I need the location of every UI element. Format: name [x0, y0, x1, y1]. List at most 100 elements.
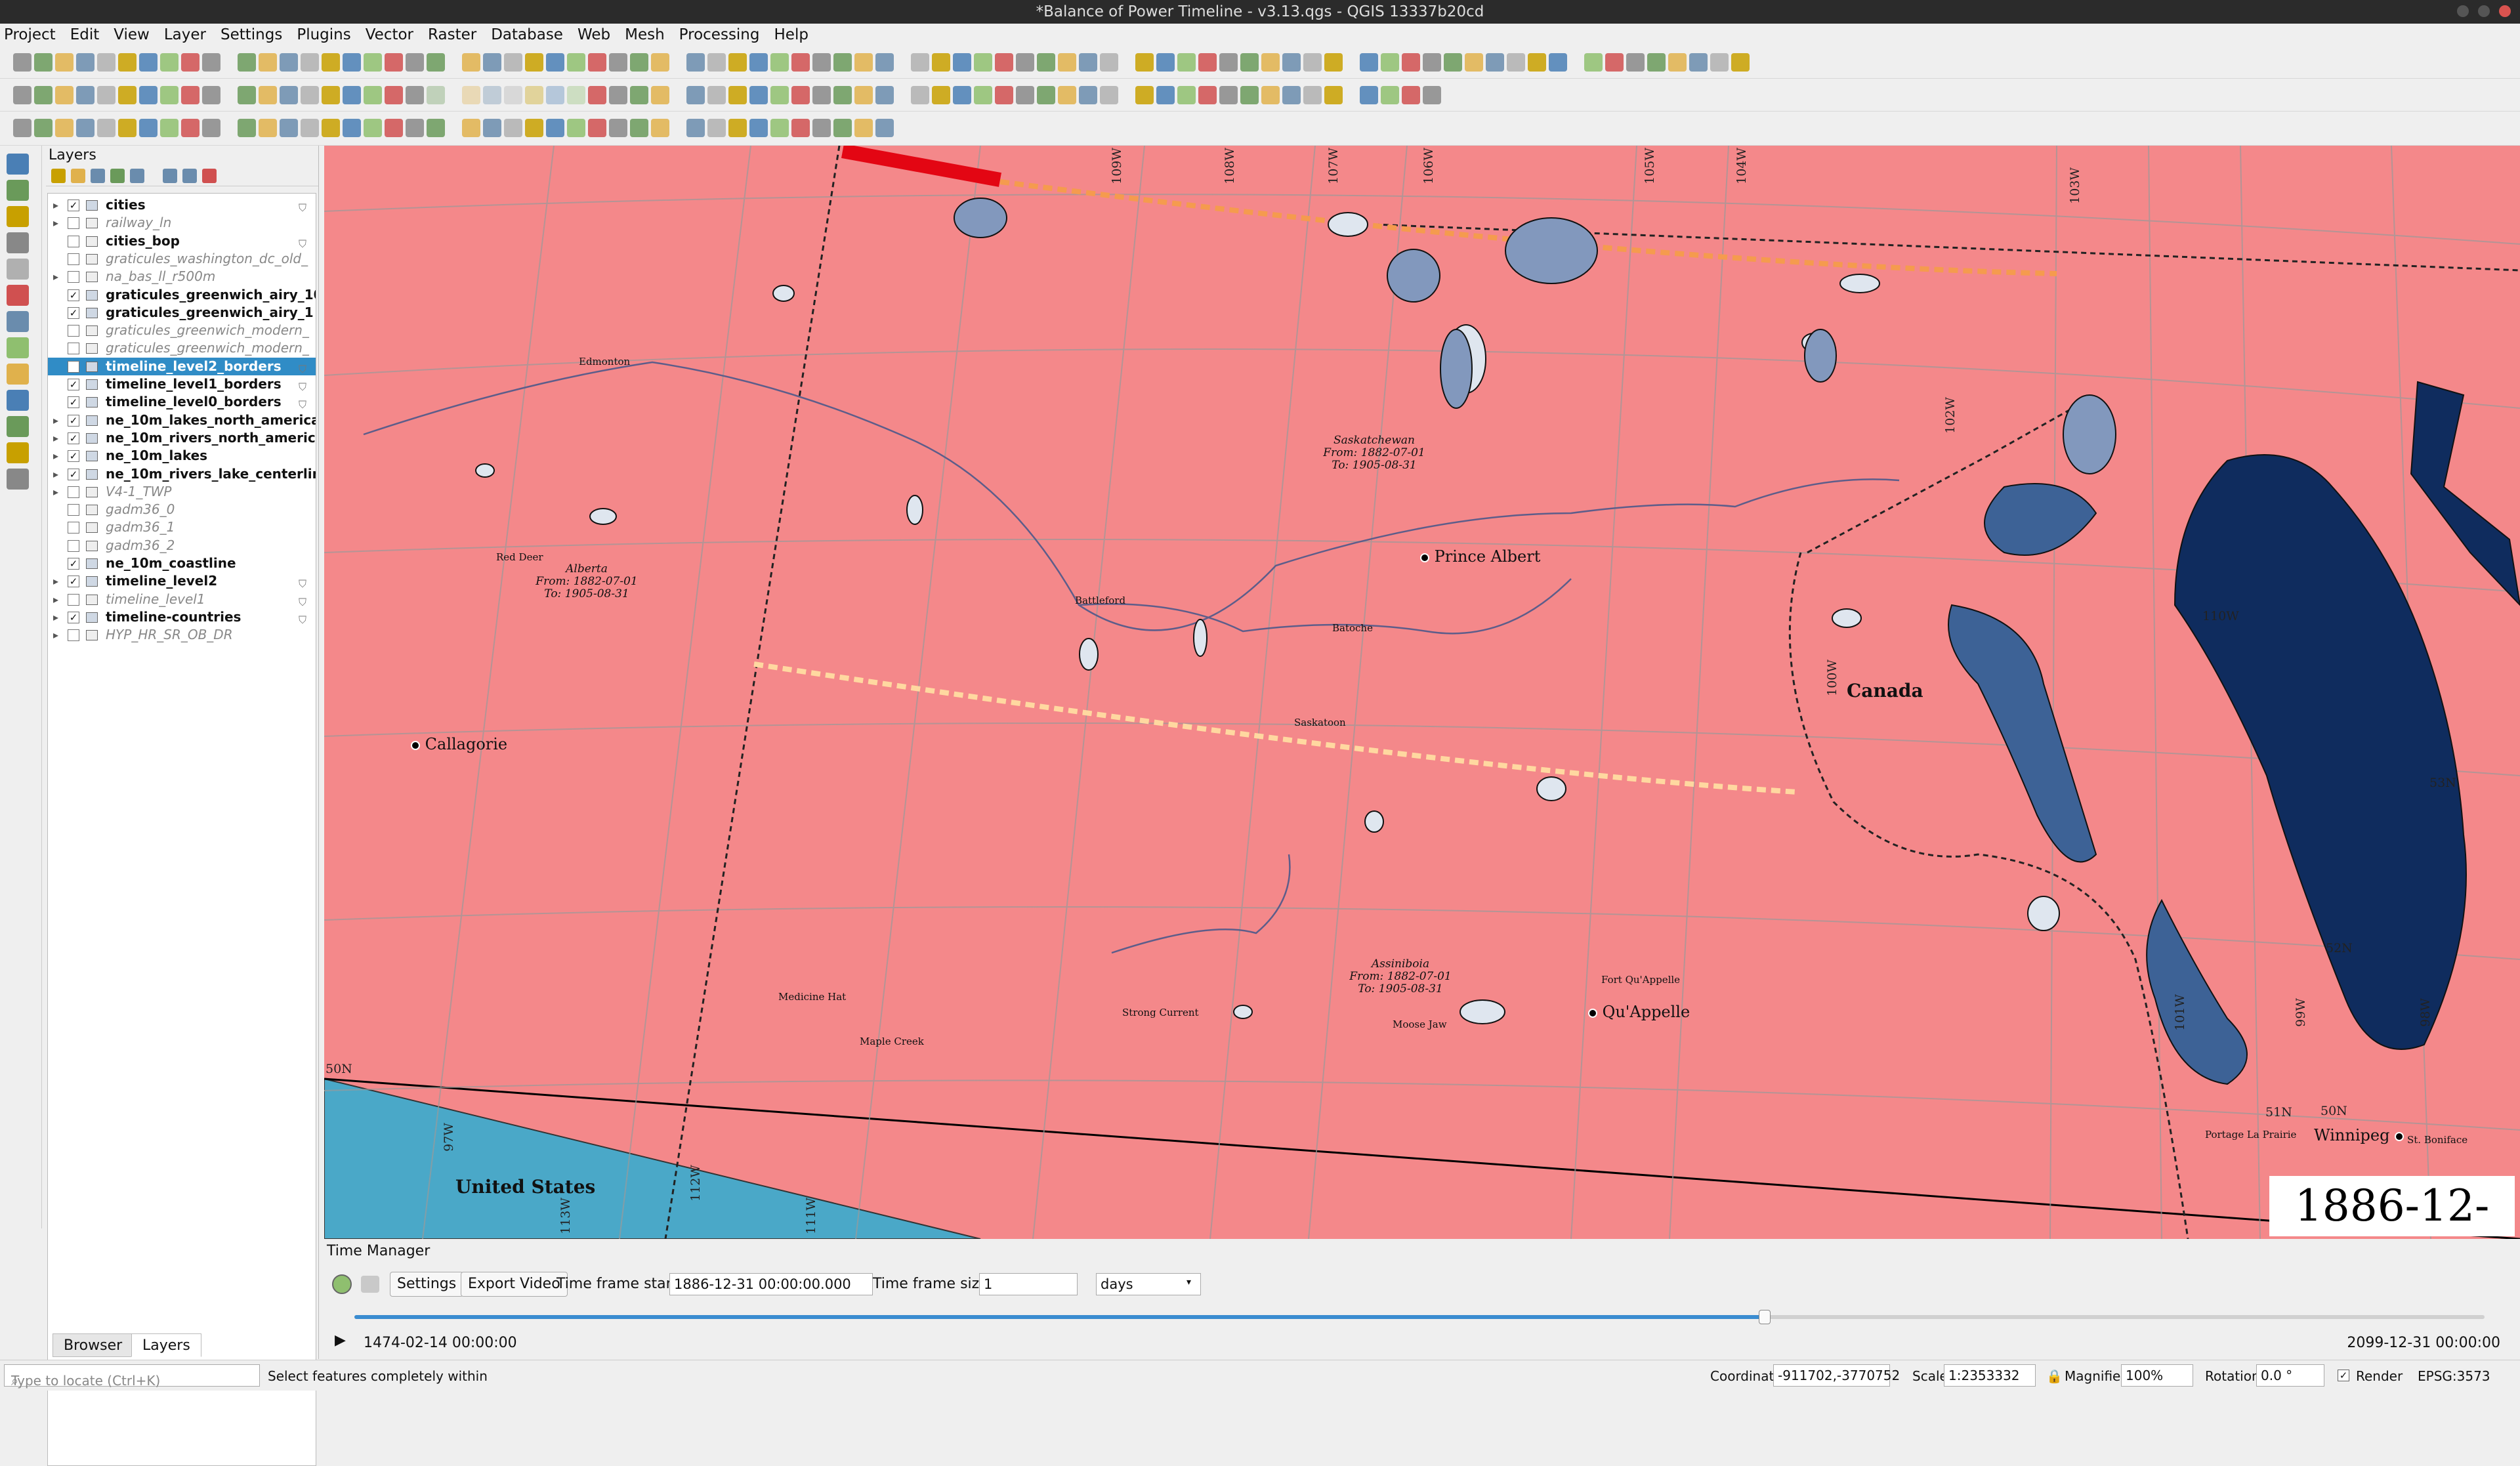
toolbar-tool-icon[interactable] — [1324, 86, 1343, 104]
layer-visibility-checkbox[interactable]: ✓ — [68, 414, 79, 427]
layer-visibility-checkbox[interactable] — [68, 235, 79, 247]
toolbar-tool-icon[interactable] — [1261, 53, 1280, 72]
toolbar-tool-icon[interactable] — [1100, 53, 1118, 72]
toolbar-tool-icon[interactable] — [770, 119, 789, 137]
layer-row[interactable]: ✓ graticules_greenwich_airy_1 — [48, 304, 316, 322]
time-slider[interactable] — [354, 1310, 2485, 1324]
toolbar-tool-icon[interactable] — [686, 119, 705, 137]
toolbar-tool-icon[interactable] — [1058, 86, 1076, 104]
toolbar-tool-icon[interactable] — [322, 53, 340, 72]
toolbar-tool-icon[interactable] — [588, 53, 606, 72]
toolbar-tool-icon[interactable] — [462, 86, 480, 104]
toolbar-tool-icon[interactable] — [76, 86, 94, 104]
toolbar-tool-icon[interactable] — [567, 119, 585, 137]
toolbar-tool-icon[interactable] — [609, 86, 627, 104]
locate-search[interactable]: ⌕ Type to locate (Ctrl+K) — [4, 1364, 260, 1389]
toolbar-tool-icon[interactable] — [525, 119, 543, 137]
layer-row[interactable]: ▸ ✓ ne_10m_rivers_lake_centerline — [48, 465, 316, 483]
toolbar-tool-icon[interactable] — [55, 53, 74, 72]
toolbar-tool-icon[interactable] — [483, 53, 501, 72]
layer-visibility-checkbox[interactable] — [68, 217, 79, 230]
toolbar-tool-icon[interactable] — [791, 53, 810, 72]
layer-visibility-checkbox[interactable] — [68, 271, 79, 283]
toolbar-tool-icon[interactable] — [1689, 53, 1708, 72]
toolbar-tool-icon[interactable] — [462, 119, 480, 137]
toolbar-tool-icon[interactable] — [76, 53, 94, 72]
toolbar-tool-icon[interactable] — [343, 53, 361, 72]
toolbar-tool-icon[interactable] — [854, 86, 873, 104]
toolbar-tool-icon[interactable] — [181, 53, 200, 72]
toolbar-tool-icon[interactable] — [1402, 53, 1420, 72]
layer-visibility-checkbox[interactable]: ✓ — [68, 468, 79, 480]
toolbar-tool-icon[interactable] — [686, 86, 705, 104]
toolbar-tool-icon[interactable] — [1549, 53, 1567, 72]
toolbar-tool-icon[interactable] — [875, 53, 894, 72]
toolbar-tool-icon[interactable] — [483, 119, 501, 137]
expand-arrow-icon[interactable]: ▸ — [53, 608, 62, 626]
expand-arrow-icon[interactable]: ▸ — [53, 483, 62, 501]
layer-row[interactable]: gadm36_2 — [48, 537, 316, 555]
time-slider-handle[interactable] — [1758, 1310, 1771, 1324]
maximize-button[interactable] — [2478, 5, 2490, 17]
toolbar-tool-icon[interactable] — [974, 53, 992, 72]
time-frame-start-input[interactable]: 1886-12-31 00:00:00.000 — [669, 1273, 873, 1295]
toolbar-tool-icon[interactable] — [953, 86, 971, 104]
layer-visibility-checkbox[interactable] — [68, 504, 79, 516]
layer-visibility-checkbox[interactable]: ✓ — [68, 289, 79, 301]
expand-arrow-icon[interactable]: ▸ — [53, 429, 62, 447]
toolbar-tool-icon[interactable] — [911, 53, 929, 72]
toolbar-tool-icon[interactable] — [160, 119, 178, 137]
toolbar-tool-icon[interactable] — [1079, 53, 1097, 72]
toolbar-tool-icon[interactable] — [567, 86, 585, 104]
toolbar-tool-icon[interactable] — [343, 119, 361, 137]
toolbar-tool-icon[interactable] — [322, 119, 340, 137]
toolbar-tool-icon[interactable] — [932, 53, 950, 72]
toolbar-tool-icon[interactable] — [181, 86, 200, 104]
layer-row[interactable]: ✓ graticules_greenwich_airy_10 — [48, 286, 316, 304]
toolbar-tool-icon[interactable] — [791, 119, 810, 137]
menu-processing[interactable]: Processing — [679, 26, 760, 43]
menu-view[interactable]: View — [114, 26, 150, 43]
layer-row[interactable]: ✓ timeline_level2_borders ⛉ — [48, 357, 316, 375]
toolbar-tool-icon[interactable] — [1016, 53, 1034, 72]
toolbar-tool-icon[interactable] — [1402, 86, 1420, 104]
layer-visibility-checkbox[interactable]: ✓ — [68, 379, 79, 390]
toolbar-tool-icon[interactable] — [728, 86, 747, 104]
toolbar-tool-icon[interactable] — [1282, 86, 1301, 104]
expand-arrow-icon[interactable]: ▸ — [53, 447, 62, 465]
layer-row[interactable]: ▸ na_bas_ll_r500m — [48, 268, 316, 285]
layer-visibility-checkbox[interactable] — [68, 629, 79, 642]
layer-row[interactable]: ▸ ✓ timeline-countries ⛉ — [48, 608, 316, 626]
layer-visibility-checkbox[interactable] — [68, 593, 79, 606]
toolbar-tool-icon[interactable] — [504, 86, 522, 104]
expand-arrow-icon[interactable]: ▸ — [53, 214, 62, 232]
layer-row[interactable]: gadm36_0 — [48, 501, 316, 518]
toolbar-tool-icon[interactable] — [1135, 53, 1154, 72]
data-source-tool-icon[interactable] — [7, 337, 29, 358]
toolbar-tool-icon[interactable] — [953, 53, 971, 72]
add-group-icon[interactable] — [71, 169, 85, 183]
menu-mesh[interactable]: Mesh — [625, 26, 665, 43]
toolbar-tool-icon[interactable] — [1465, 53, 1483, 72]
expand-arrow-icon[interactable]: ▸ — [53, 572, 62, 590]
layer-row[interactable]: ▸ ✓ ne_10m_rivers_north_america — [48, 429, 316, 447]
data-source-tool-icon[interactable] — [7, 285, 29, 306]
tab-layers[interactable]: Layers — [131, 1333, 201, 1357]
layer-visibility-checkbox[interactable] — [68, 522, 79, 534]
toolbar-tool-icon[interactable] — [911, 86, 929, 104]
toolbar-tool-icon[interactable] — [238, 86, 256, 104]
toolbar-tool-icon[interactable] — [1156, 53, 1175, 72]
toolbar-tool-icon[interactable] — [854, 53, 873, 72]
toolbar-tool-icon[interactable] — [1381, 53, 1399, 72]
toolbar-tool-icon[interactable] — [1360, 86, 1378, 104]
menu-project[interactable]: Project — [4, 26, 56, 43]
data-source-tool-icon[interactable] — [7, 180, 29, 201]
menu-settings[interactable]: Settings — [220, 26, 282, 43]
filter-legend-icon[interactable] — [110, 169, 125, 183]
filter-icon[interactable]: ⛉ — [299, 611, 312, 626]
toolbar-tool-icon[interactable] — [427, 53, 445, 72]
toolbar-tool-icon[interactable] — [1177, 86, 1196, 104]
toolbar-tool-icon[interactable] — [118, 53, 136, 72]
toolbar-tool-icon[interactable] — [1444, 53, 1462, 72]
toolbar-tool-icon[interactable] — [833, 86, 852, 104]
